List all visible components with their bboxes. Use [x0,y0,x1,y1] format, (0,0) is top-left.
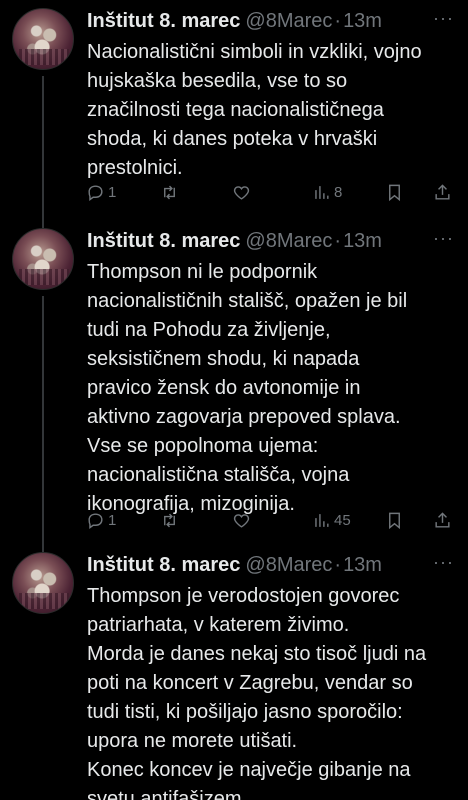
thread-connector [42,220,44,228]
repost-button[interactable] [160,183,179,202]
bookmark-icon [389,184,400,201]
views-count: 8 [334,183,343,201]
share-icon [435,183,450,200]
views-button[interactable]: 45 [312,511,351,530]
tweet-3[interactable]: Inštitut 8. marec @8Marec · 13m ··· Thom… [0,540,468,800]
tweet-text: Thompson ni le podpornik nacionalistični… [87,261,408,515]
tweet-text: Thompson je verodostojen govorec patriar… [87,585,427,800]
like-button[interactable] [232,511,251,530]
tweet-1[interactable]: Inštitut 8. marec @8Marec · 13m ··· Naci… [0,8,468,226]
views-button[interactable]: 8 [312,183,342,202]
reply-icon [88,512,103,529]
thread-connector [42,540,44,552]
reply-button[interactable]: 1 [86,183,116,202]
separator-dot: · [334,229,342,252]
avatar[interactable] [12,228,74,290]
author-handle[interactable]: @8Marec [245,10,332,33]
timestamp[interactable]: 13m [343,10,382,33]
author-name[interactable]: Inštitut 8. marec [87,230,240,253]
tweet-header: Inštitut 8. marec @8Marec · 13m [87,8,454,34]
repost-icon [164,513,175,527]
timestamp[interactable]: 13m [343,230,382,253]
author-handle[interactable]: @8Marec [245,554,332,577]
author-handle[interactable]: @8Marec [245,230,332,253]
tweet-header: Inštitut 8. marec @8Marec · 13m [87,228,454,254]
separator-dot: · [334,9,342,32]
repost-icon [164,185,175,199]
more-options-icon[interactable]: ··· [433,552,454,573]
tweet-text: Nacionalistični simboli in vzkliki, vojn… [87,41,422,179]
separator-dot: · [334,553,342,576]
bookmark-button[interactable] [385,183,404,202]
action-bar: 1 8 [0,181,468,203]
bookmark-icon [389,512,400,529]
timestamp[interactable]: 13m [343,554,382,577]
views-icon [315,513,329,527]
views-icon [315,185,329,199]
share-button[interactable] [433,511,452,530]
author-name[interactable]: Inštitut 8. marec [87,10,240,33]
avatar[interactable] [12,552,74,614]
reply-icon [88,184,103,201]
thread-connector [42,76,44,226]
reply-button[interactable]: 1 [86,511,116,530]
views-count: 45 [334,511,351,529]
heart-icon [233,513,250,528]
more-options-icon[interactable]: ··· [433,8,454,29]
reply-count: 1 [108,511,117,529]
like-button[interactable] [232,183,251,202]
reply-count: 1 [108,183,117,201]
repost-button[interactable] [160,511,179,530]
thread-feed: Inštitut 8. marec @8Marec · 13m ··· Naci… [0,0,468,800]
tweet-2[interactable]: Inštitut 8. marec @8Marec · 13m ··· Thom… [0,220,468,546]
avatar[interactable] [12,8,74,70]
tweet-header: Inštitut 8. marec @8Marec · 13m [87,552,454,578]
share-button[interactable] [433,183,452,202]
author-name[interactable]: Inštitut 8. marec [87,554,240,577]
more-options-icon[interactable]: ··· [433,228,454,249]
bookmark-button[interactable] [385,511,404,530]
heart-icon [233,185,250,200]
action-bar: 1 45 [0,509,468,531]
share-icon [435,511,450,528]
